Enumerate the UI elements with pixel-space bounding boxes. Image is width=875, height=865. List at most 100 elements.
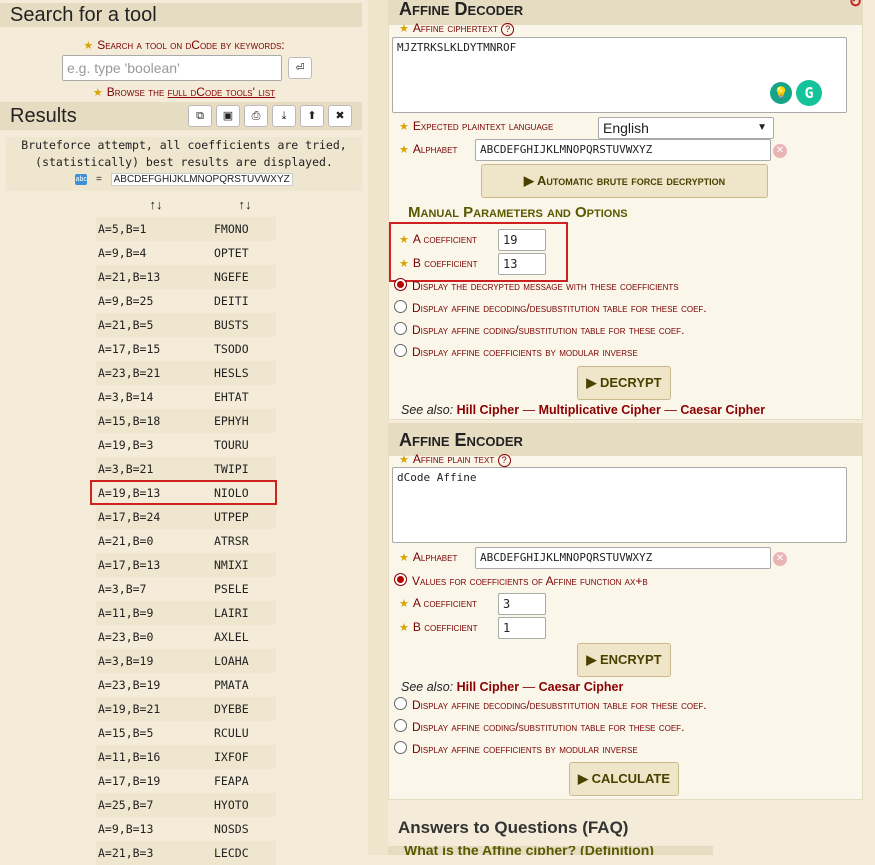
coef-cell: A=23,B=0 xyxy=(98,630,154,644)
plaintext-cell: RCULU xyxy=(214,726,249,740)
refresh-icon[interactable]: ↻ xyxy=(849,0,862,19)
search-tool-title: Search for a tool xyxy=(0,3,362,27)
copy-icon[interactable]: ⧉ xyxy=(188,105,212,127)
decoder-title-text: Affine Decoder xyxy=(399,0,524,19)
encoder-option[interactable]: Display affine coefficients by modular i… xyxy=(394,738,707,760)
close-icon[interactable]: ✖ xyxy=(328,105,352,127)
encoder-panel: Affine Encoder ★ Affine plain text ? dCod… xyxy=(388,423,863,800)
sort-coef-icon[interactable]: ↑↓ xyxy=(96,193,214,217)
radio-selected-icon[interactable] xyxy=(394,278,407,291)
table-row: A=23,B=0 AXLEL xyxy=(96,625,276,649)
caesar-cipher-link[interactable]: Caesar Cipher xyxy=(539,680,624,694)
radio-icon[interactable] xyxy=(394,741,407,754)
table-row: A=9,B=25 DEITI xyxy=(96,289,276,313)
decoder-option[interactable]: Display affine coefficients by modular i… xyxy=(394,341,707,363)
decoder-option[interactable]: Display affine coding/substitution table… xyxy=(394,319,707,341)
star-icon: ★ xyxy=(83,40,94,52)
enc-alphabet-input[interactable]: ABCDEFGHIJKLMNOPQRSTUVWXYZ xyxy=(475,547,771,569)
enc-alphabet-label: Alphabet xyxy=(412,550,458,564)
star-icon: ★ xyxy=(399,454,409,466)
coef-cell: A=3,B=7 xyxy=(98,582,147,596)
search-input[interactable]: e.g. type 'boolean' xyxy=(62,55,282,81)
print-icon[interactable]: ⎙ xyxy=(244,105,268,127)
grammarly-icon[interactable]: G xyxy=(796,80,822,106)
plaintext-cell: DYEBE xyxy=(214,702,249,716)
radio-icon[interactable] xyxy=(394,719,407,732)
enc-alphabet-value: ABCDEFGHIJKLMNOPQRSTUVWXYZ xyxy=(480,551,653,564)
table-row: A=17,B=15 TSODO xyxy=(96,337,276,361)
alphabet-label: Alphabet xyxy=(412,142,458,156)
sort-text-icon[interactable]: ↑↓ xyxy=(214,193,276,217)
left-sidebar: Search for a tool ★ Search a tool on dCod… xyxy=(0,0,368,865)
note-line-2: (statistically) best results are display… xyxy=(35,155,333,169)
encoder-see-also: See also: Hill Cipher — Caesar Cipher xyxy=(401,680,623,694)
coef-cell: A=3,B=14 xyxy=(98,390,154,404)
plaintext-cell: BUSTS xyxy=(214,318,249,332)
decoder-option[interactable]: Display the decrypted message with these… xyxy=(394,275,707,297)
coef-cell: A=21,B=5 xyxy=(98,318,154,332)
enc-b-input[interactable]: 1 xyxy=(498,617,546,639)
encoder-option[interactable]: Display affine coding/substitution table… xyxy=(394,716,707,738)
table-row: A=25,B=7 HYOTO xyxy=(96,793,276,817)
encrypt-button[interactable]: ▶ ENCRYPT xyxy=(577,643,671,677)
table-body: A=5,B=1 FMONO A=9,B=4 OPTET A=21,B=13 NGEFE A=… xyxy=(96,217,276,865)
calculate-label: CALCULATE xyxy=(591,771,671,786)
decrypt-label: DECRYPT xyxy=(599,375,662,390)
multiplicative-cipher-link[interactable]: Multiplicative Cipher xyxy=(539,403,661,417)
clear-alphabet-icon[interactable]: ✕ xyxy=(773,552,787,566)
download-icon[interactable]: ⤓ xyxy=(272,105,296,127)
search-placeholder: e.g. type 'boolean' xyxy=(67,60,180,76)
pin-icon[interactable]: ⬆ xyxy=(300,105,324,127)
values-option[interactable]: Values for coefficients of Affine functi… xyxy=(394,570,648,592)
coef-cell: A=9,B=13 xyxy=(98,822,154,836)
coef-cell: A=17,B=19 xyxy=(98,774,161,788)
save-icon[interactable]: ▣ xyxy=(216,105,240,127)
ciphertext-input[interactable]: MJZTRKSLKLDYTMNROF 💡 G xyxy=(392,37,847,113)
encoder-option[interactable]: Display affine decoding/desubstitution t… xyxy=(394,694,707,716)
table-row: A=21,B=0 ATRSR xyxy=(96,529,276,553)
coef-cell: A=25,B=7 xyxy=(98,798,154,812)
star-icon: ★ xyxy=(399,144,409,156)
coef-cell: A=21,B=0 xyxy=(98,534,154,548)
radio-icon[interactable] xyxy=(394,300,407,313)
alphabet-input[interactable]: ABCDEFGHIJKLMNOPQRSTUVWXYZ xyxy=(475,139,771,161)
coef-cell: A=3,B=19 xyxy=(98,654,154,668)
radio-selected-icon[interactable] xyxy=(394,573,407,586)
calculate-button[interactable]: ▶ CALCULATE xyxy=(569,762,679,796)
ciphertext-label-row: ★ Affine ciphertext ? xyxy=(399,21,515,36)
coef-cell: A=21,B=3 xyxy=(98,846,154,860)
plaintext-cell: UTPEP xyxy=(214,510,249,524)
caesar-cipher-link[interactable]: Caesar Cipher xyxy=(680,403,765,417)
radio-icon[interactable] xyxy=(394,322,407,335)
radio-icon[interactable] xyxy=(394,344,407,357)
enc-a-input[interactable]: 3 xyxy=(498,593,546,615)
play-icon: ▶ xyxy=(586,652,597,667)
help-icon[interactable]: ? xyxy=(497,454,511,467)
faq-title: Answers to Questions (FAQ) xyxy=(398,818,629,837)
abc-icon: abc xyxy=(75,173,88,185)
coef-cell: A=11,B=16 xyxy=(98,750,161,764)
search-submit-button[interactable]: ⏎ xyxy=(288,57,312,79)
lightbulb-icon[interactable]: 💡 xyxy=(770,82,792,104)
plaintext-input[interactable]: dCode Affine xyxy=(392,467,847,543)
help-icon[interactable]: ? xyxy=(501,23,515,36)
decoder-option[interactable]: Display affine decoding/desubstitution t… xyxy=(394,297,707,319)
bruteforce-button[interactable]: ▶ Automatic brute force decryption xyxy=(481,164,768,198)
option-label: Display affine coding/substitution table… xyxy=(412,720,685,734)
plaintext-cell: ATRSR xyxy=(214,534,249,548)
values-option-label: Values for coefficients of Affine functi… xyxy=(412,574,648,588)
table-row: A=3,B=14 EHTAT xyxy=(96,385,276,409)
plaintext-cell: NOSDS xyxy=(214,822,249,836)
coef-cell: A=3,B=21 xyxy=(98,462,154,476)
browse-tools-link[interactable]: full dCode tools' list xyxy=(168,85,276,99)
manual-params-title: Manual Parameters and Options xyxy=(408,204,628,221)
decrypt-button[interactable]: ▶ DECRYPT xyxy=(577,366,671,400)
clear-alphabet-icon[interactable]: ✕ xyxy=(773,144,787,158)
language-select[interactable]: English ▼ xyxy=(598,117,774,139)
plaintext-cell: OPTET xyxy=(214,246,249,260)
radio-icon[interactable] xyxy=(394,697,407,710)
hill-cipher-link[interactable]: Hill Cipher xyxy=(457,403,520,417)
star-icon: ★ xyxy=(399,121,409,133)
hill-cipher-link[interactable]: Hill Cipher xyxy=(457,680,520,694)
plaintext-cell: IXFOF xyxy=(214,750,249,764)
